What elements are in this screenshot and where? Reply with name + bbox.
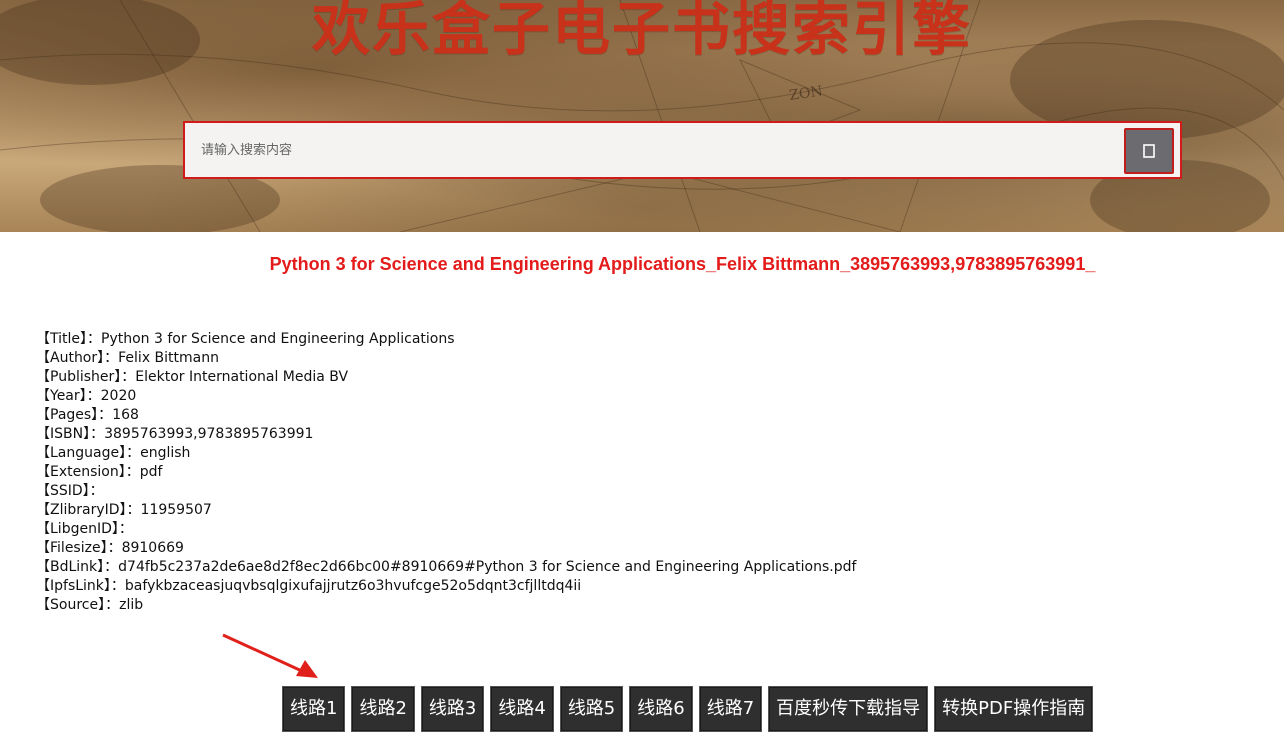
detail-ssid: 【SSID】： [36,482,856,501]
detail-value: 8910669 [121,540,184,556]
site-title: 欢乐盒子电子书搜索引擎 [311,0,972,63]
search-bar [183,121,1182,179]
detail-extension: 【Extension】：pdf [36,463,856,482]
search-input[interactable] [187,125,1117,175]
book-heading: Python 3 for Science and Engineering App… [269,254,1096,274]
detail-label: 【ISBN】： [36,426,105,442]
detail-label: 【Language】： [36,445,141,461]
route-1-button[interactable]: 线路1 [282,686,346,732]
detail-value: bafykbzaceasjuqvbsqlgixufajjrutz6o3hvufc… [124,578,582,594]
detail-ipfslink: 【IpfsLink】：bafykbzaceasjuqvbsqlgixufajjr… [36,577,856,596]
detail-value: 11959507 [140,502,212,518]
detail-label: 【ZlibraryID】： [36,502,141,518]
detail-label: 【Source】： [36,597,120,613]
detail-year: 【Year】：2020 [36,387,856,406]
detail-label: 【LibgenID】： [36,521,133,537]
detail-value: 3895763993,9783895763991 [104,426,314,442]
book-details: 【Title】：Python 3 for Science and Enginee… [36,330,856,615]
search-button[interactable] [1124,128,1174,174]
detail-label: 【Publisher】： [36,369,136,385]
header-banner: ZON 欢乐盒子电子书搜索引擎 [0,0,1284,232]
detail-zlibrary-id: 【ZlibraryID】：11959507 [36,501,856,520]
detail-label: 【Author】： [36,350,119,366]
detail-value: english [140,445,191,461]
route-2-button[interactable]: 线路2 [351,686,415,732]
detail-label: 【Pages】： [36,407,113,423]
detail-libgen-id: 【LibgenID】： [36,520,856,539]
download-buttons: 线路1 线路2 线路3 线路4 线路5 线路6 线路7 百度秒传下载指导 转换P… [282,686,1099,732]
detail-language: 【Language】：english [36,444,856,463]
detail-label: 【Filesize】： [36,540,122,556]
detail-label: 【BdLink】： [36,559,119,575]
svg-text:ZON: ZON [788,83,823,104]
route-5-button[interactable]: 线路5 [559,686,624,732]
detail-value: zlib [119,597,144,613]
detail-label: 【Title】： [36,331,102,347]
route-6-button[interactable]: 线路6 [629,686,693,732]
detail-label: 【SSID】： [36,483,104,499]
detail-value: Python 3 for Science and Engineering App… [101,331,455,347]
detail-isbn: 【ISBN】：3895763993,9783895763991 [36,425,856,444]
detail-value: Elektor International Media BV [135,369,349,385]
route-7-button[interactable]: 线路7 [698,686,763,732]
detail-value: d74fb5c237a2de6ae8d2f8ec2d66bc00#8910669… [118,559,857,575]
baidu-download-guide-button[interactable]: 百度秒传下载指导 [768,686,929,732]
detail-label: 【IpfsLink】： [36,578,125,594]
detail-label: 【Year】： [36,388,101,404]
detail-source: 【Source】：zlib [36,596,856,615]
detail-bdlink: 【BdLink】：d74fb5c237a2de6ae8d2f8ec2d66bc0… [36,558,856,577]
detail-filesize: 【Filesize】：8910669 [36,539,856,558]
detail-value: Felix Bittmann [118,350,219,366]
route-4-button[interactable]: 线路4 [490,686,554,732]
detail-pages: 【Pages】：168 [36,406,856,425]
detail-value: pdf [139,464,163,480]
route-3-button[interactable]: 线路3 [420,686,485,732]
detail-title: 【Title】：Python 3 for Science and Enginee… [36,330,856,349]
detail-value: 168 [112,407,139,423]
search-icon [1143,144,1155,158]
detail-author: 【Author】：Felix Bittmann [36,349,856,368]
detail-value: 2020 [100,388,137,404]
detail-label: 【Extension】： [36,464,140,480]
annotation-arrow-icon [222,633,318,678]
detail-publisher: 【Publisher】：Elektor International Media … [36,368,856,387]
convert-pdf-guide-button[interactable]: 转换PDF操作指南 [934,686,1094,732]
